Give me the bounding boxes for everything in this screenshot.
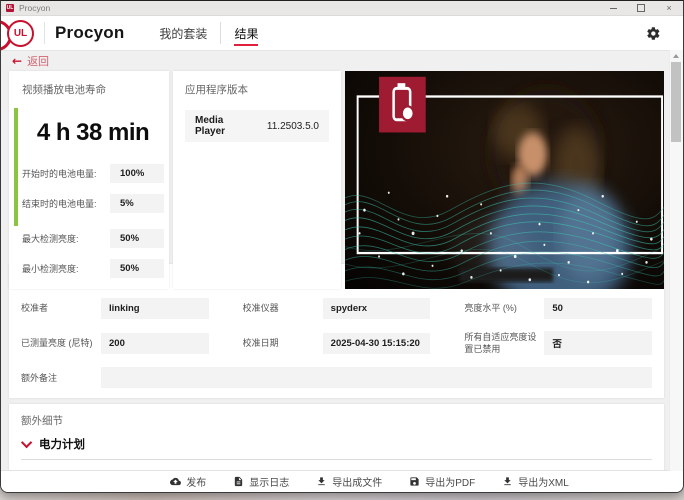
scroll-up-arrow-icon[interactable] (673, 54, 679, 58)
settings-gear-icon[interactable] (646, 26, 661, 41)
nav-tab-results[interactable]: 结果 (221, 16, 271, 50)
nav-tab-my-suites[interactable]: 我的套装 (146, 16, 220, 50)
app-version-card: 应用程序版本 Media Player 11.2503.5.0 (173, 71, 341, 289)
export-xml-icon (504, 477, 511, 486)
scrollbar-thumb[interactable] (671, 62, 681, 142)
battery-row: 开始时的电池电量: 100% (22, 164, 164, 183)
main-nav: 我的套装 结果 (146, 16, 271, 50)
battery-life-score: 4 h 38 min (36, 119, 150, 146)
battery-life-card: 视频播放电池寿命 4 h 38 min 开始时的电池电量: 100% 结束时的电… (9, 71, 169, 289)
log-document-icon (235, 476, 243, 487)
export-pdf-button[interactable]: 导出为PDF (409, 474, 475, 489)
maximize-icon (637, 4, 645, 12)
version-card-title: 应用程序版本 (185, 84, 248, 96)
window-title: Procyon (19, 3, 51, 13)
maximize-button[interactable] (627, 1, 655, 15)
export-file-icon (318, 477, 325, 486)
close-button[interactable]: × (655, 1, 683, 15)
publish-cloud-icon (170, 477, 182, 486)
adaptive-brightness-field: 所有自适应亮度设置已禁用 否 (464, 331, 652, 356)
power-plan-toggle[interactable]: 电力计划 (20, 436, 652, 452)
app-version: 11.2503.5.0 (266, 120, 319, 132)
ul-logo: UL (7, 19, 34, 47)
max-brightness-value: 50% (110, 229, 164, 248)
brightness-level-field: 亮度水平 (%) 50 (464, 298, 652, 319)
battery-card-title: 视频播放电池寿命 (22, 84, 106, 96)
min-brightness-value: 50% (110, 259, 164, 278)
extra-notes-field: 额外备注 (21, 367, 652, 389)
show-log-button[interactable]: 显示日志 (233, 474, 289, 489)
close-icon: × (666, 2, 672, 13)
measured-nits-field: 已测量亮度 (尼特) 200 (21, 331, 209, 355)
calibrator-field: 校准者 linking (21, 298, 209, 319)
window-titlebar: UL Procyon × (1, 1, 683, 16)
app-name: Media Player (195, 115, 226, 137)
export-pdf-icon (410, 477, 419, 486)
battery-row: 结束时的电池电量: 5% (22, 194, 164, 213)
calibration-date-field: 校准日期 2025-04-30 15:15:20 (243, 331, 431, 355)
app-icon: UL (6, 4, 14, 12)
chevron-down-icon (20, 437, 33, 449)
hero-image (345, 71, 664, 289)
version-row: Media Player 11.2503.5.0 (185, 110, 329, 142)
instrument-field: 校准仪器 spyderx (243, 298, 431, 319)
additional-details-card: 额外细节 电力计划 电量计划名称 平衡 功耗模式 Balanced (9, 404, 664, 471)
app-header: UL Procyon 我的套装 结果 (1, 16, 683, 51)
battery-badge-icon (379, 76, 426, 133)
header-divider (44, 22, 45, 44)
vertical-scrollbar[interactable] (669, 50, 683, 471)
battery-start-value: 100% (110, 164, 164, 183)
battery-end-value: 5% (110, 194, 164, 213)
desktop-background: UL Procyon × UL Procyon 我的套装 结果 ← 返回 视频播… (0, 0, 684, 500)
battery-row: 最大检测亮度: 50% (22, 229, 164, 248)
minimize-icon (609, 7, 617, 9)
battery-row: 最小检测亮度: 50% (22, 259, 164, 278)
section-divider (21, 459, 652, 461)
brand-title: Procyon (55, 23, 125, 42)
minimize-button[interactable] (599, 1, 627, 15)
publish-button[interactable]: 发布 (170, 474, 206, 489)
back-arrow-icon: ← (12, 53, 23, 68)
results-content: ← 返回 视频播放电池寿命 4 h 38 min 开始时的电池电量: 100% (1, 50, 683, 471)
back-button[interactable]: ← 返回 (9, 50, 664, 71)
active-tab-underline (234, 44, 259, 46)
export-xml-button[interactable]: 导出为XML (502, 474, 569, 489)
procyon-window: UL Procyon × UL Procyon 我的套装 结果 ← 返回 视频播… (0, 0, 684, 493)
details-card-title: 额外细节 (21, 415, 63, 428)
export-toolbar: 发布 显示日志 导出成文件 导出为PDF 导出为XML (1, 470, 683, 492)
score-accent-bar (14, 108, 18, 226)
export-file-button[interactable]: 导出成文件 (316, 474, 382, 489)
